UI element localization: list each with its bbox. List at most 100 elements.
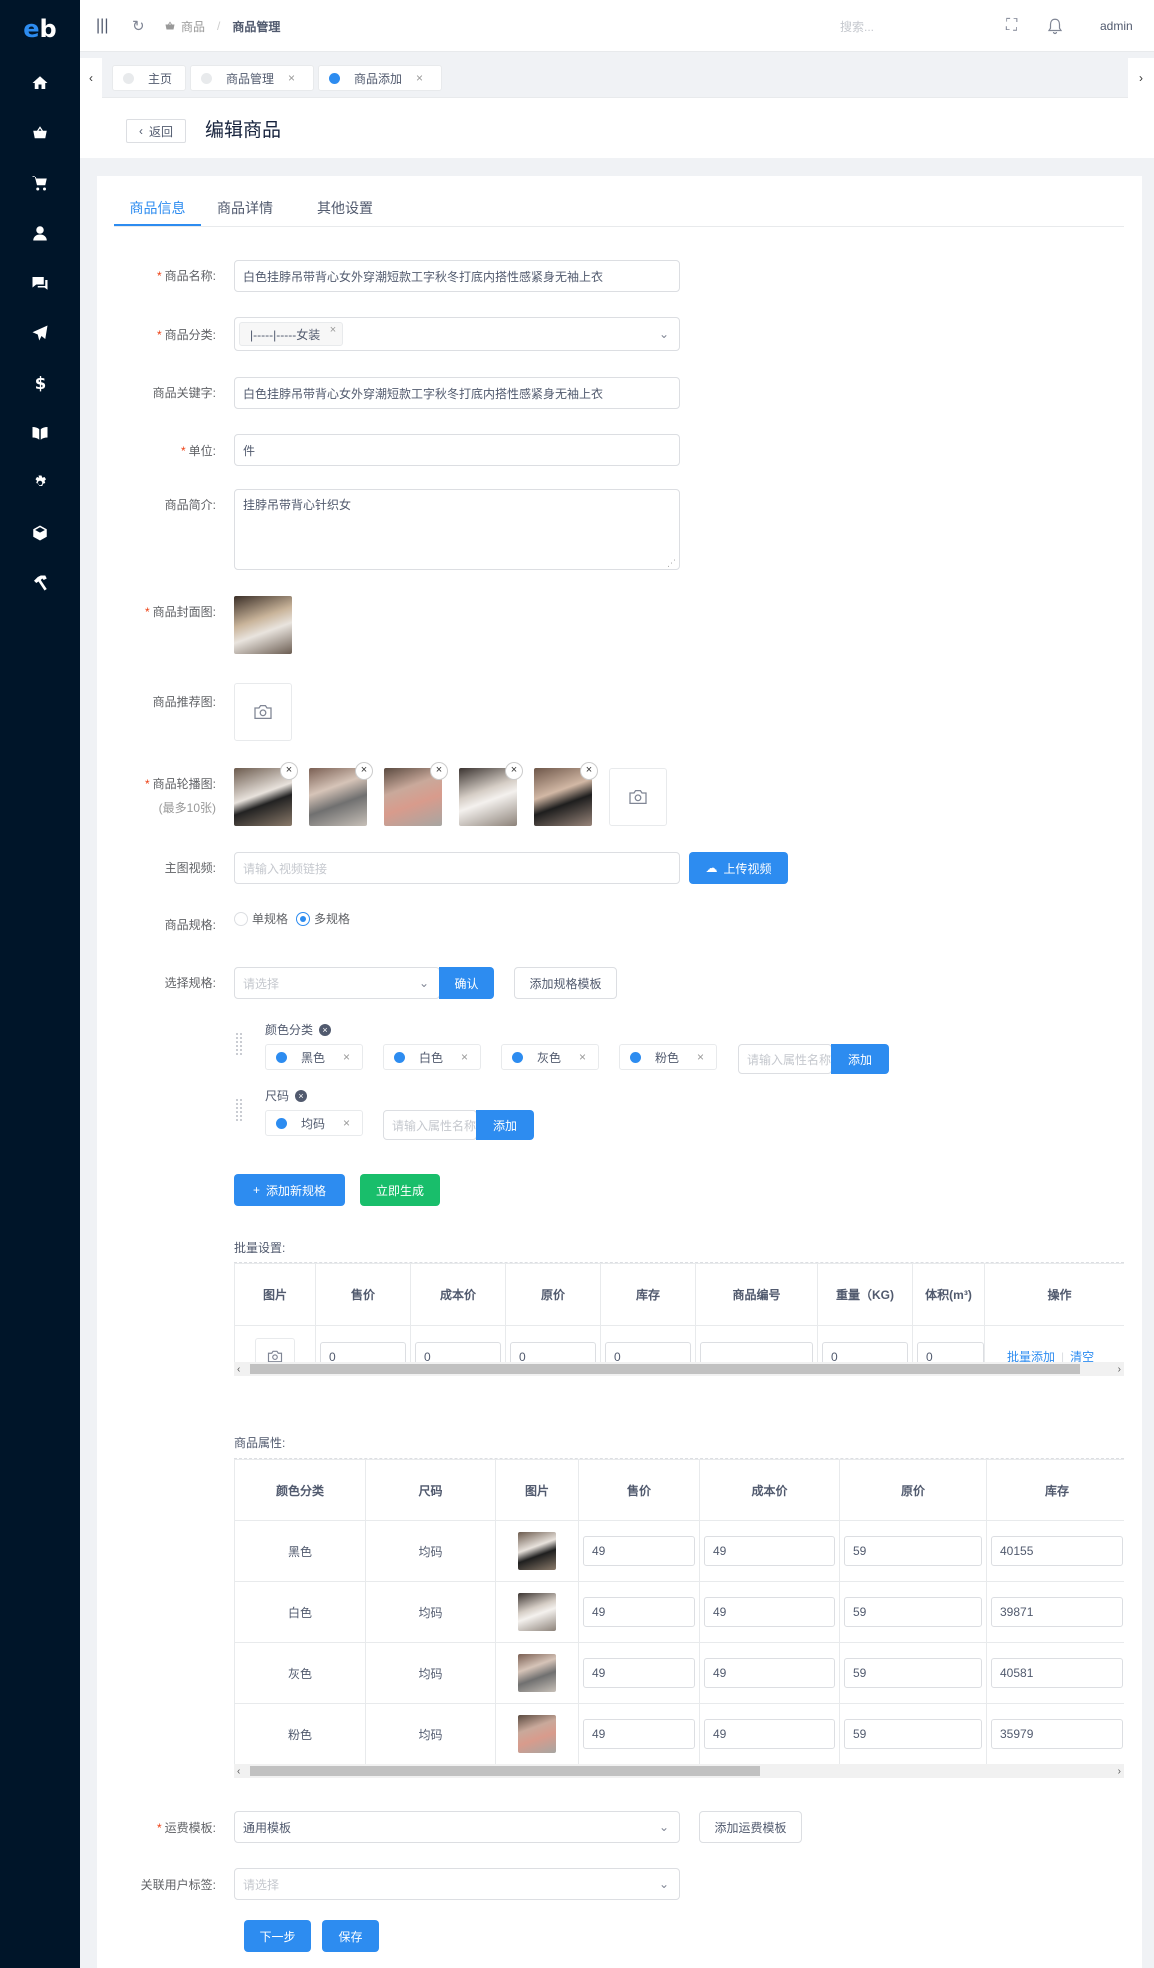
row-stock-input[interactable]: 39871 [991,1597,1123,1627]
intro-textarea[interactable]: 挂脖吊带背心针织女 [234,489,680,570]
gear-icon[interactable] [0,458,80,508]
spec-value-tag[interactable]: 灰色 × [501,1044,599,1070]
close-icon[interactable]: × [580,762,598,780]
shipping-select[interactable]: 通用模板 ⌄ [234,1811,680,1843]
name-input[interactable]: 白色挂脖吊带背心女外穿潮短款工字秋冬打底内搭性感紧身无袖上衣 [234,260,680,292]
close-icon[interactable]: × [355,762,373,780]
spec-value-tag[interactable]: 均码 × [265,1110,363,1136]
batch-price-input[interactable]: 0 [320,1341,406,1362]
close-icon[interactable]: × [430,762,448,780]
tab-home[interactable]: 主页 [112,65,186,91]
spec-value-tag[interactable]: 黑色 × [265,1044,363,1070]
category-select[interactable]: |-----|-----女装 × ⌄ [234,317,680,351]
remove-circle-icon[interactable]: × [319,1023,332,1036]
batch-code-input[interactable] [700,1341,813,1362]
video-url-input[interactable]: 请输入视频链接 [234,852,680,884]
tab-product-info[interactable]: 商品信息 [114,198,201,218]
scroll-right-icon[interactable]: › [1118,1766,1121,1777]
spec-select[interactable]: 请选择 ⌄ [234,967,440,999]
home-icon[interactable] [0,58,80,108]
close-icon[interactable]: × [330,324,336,336]
batch-scrollbar[interactable]: ‹ › [234,1362,1124,1376]
dollar-icon[interactable]: $ [0,358,80,408]
batch-image-upload[interactable] [255,1337,295,1362]
row-price-input[interactable]: 49 [583,1597,695,1627]
row-cost-input[interactable]: 49 [704,1536,835,1566]
scrollbar-thumb[interactable] [250,1766,760,1776]
confirm-button[interactable]: 确认 [439,967,494,999]
chevron-right-icon[interactable]: › [1128,58,1154,98]
row-original-input[interactable]: 59 [844,1597,982,1627]
upload-video-button[interactable]: ☁ 上传视频 [689,852,788,884]
row-price-input[interactable]: 49 [583,1719,695,1749]
close-icon[interactable]: × [416,71,423,85]
scrollbar-thumb[interactable] [250,1364,1080,1374]
remove-circle-icon[interactable]: × [295,1089,308,1102]
carousel-upload[interactable] [609,768,667,826]
row-stock-input[interactable]: 35979 [991,1719,1123,1749]
keyword-input[interactable]: 白色挂脖吊带背心女外穿潮短款工字秋冬打底内搭性感紧身无袖上衣 [234,377,680,409]
fullscreen-icon[interactable]: ⛶ [1006,0,1017,52]
add-shipping-template-button[interactable]: 添加运费模板 [699,1811,802,1843]
radio-single-label[interactable]: 单规格 [252,910,288,927]
row-stock-input[interactable]: 40155 [991,1536,1123,1566]
row-price-input[interactable]: 49 [583,1536,695,1566]
cube-icon[interactable] [0,508,80,558]
radio-single[interactable] [234,911,248,926]
recommend-upload[interactable] [234,683,292,741]
row-image[interactable] [518,1532,556,1570]
row-original-input[interactable]: 59 [844,1536,982,1566]
close-icon[interactable]: × [697,1050,704,1064]
book-icon[interactable] [0,408,80,458]
tab-other-settings[interactable]: 其他设置 [317,198,373,218]
next-step-button[interactable]: 下一步 [244,1920,311,1952]
attr-name-input[interactable]: 请输入属性名称 [738,1044,832,1074]
row-original-input[interactable]: 59 [844,1719,982,1749]
close-icon[interactable]: × [280,762,298,780]
user-icon[interactable] [0,208,80,258]
radio-multi[interactable] [296,911,311,926]
logo[interactable]: eb [0,0,80,58]
cover-image[interactable] [234,596,292,654]
scroll-left-icon[interactable]: ‹ [237,1364,240,1375]
radio-multi-label[interactable]: 多规格 [314,910,350,927]
add-attr-button[interactable]: 添加 [831,1044,889,1074]
close-icon[interactable]: × [343,1050,350,1064]
add-attr-button[interactable]: 添加 [476,1110,534,1140]
batch-clear-link[interactable]: 清空 [1070,1350,1094,1362]
search-input[interactable]: 搜索... [840,0,874,52]
spec-value-tag[interactable]: 白色 × [383,1044,481,1070]
tab-product-manage[interactable]: 商品管理 × [190,65,314,91]
drag-handle-icon[interactable] [235,1032,243,1056]
batch-volume-input[interactable]: 0 [917,1341,984,1362]
batch-original-input[interactable]: 0 [510,1341,596,1362]
row-image[interactable] [518,1715,556,1753]
menu-toggle-icon[interactable]: ||| [96,0,108,52]
close-icon[interactable]: × [288,71,295,85]
basket-icon[interactable] [0,108,80,158]
save-button[interactable]: 保存 [322,1920,379,1952]
tab-product-add[interactable]: 商品添加 × [318,65,442,91]
close-icon[interactable]: × [505,762,523,780]
attr-name-input[interactable]: 请输入属性名称 [383,1110,477,1140]
back-button[interactable]: ‹ 返回 [126,119,186,143]
row-stock-input[interactable]: 40581 [991,1658,1123,1688]
row-original-input[interactable]: 59 [844,1658,982,1688]
row-price-input[interactable]: 49 [583,1658,695,1688]
spec-value-tag[interactable]: 粉色 × [619,1044,717,1070]
chevron-left-icon[interactable]: ‹ [80,58,102,98]
hammer-icon[interactable] [0,558,80,608]
batch-stock-input[interactable]: 0 [605,1341,691,1362]
tab-product-detail[interactable]: 商品详情 [217,198,273,218]
row-cost-input[interactable]: 49 [704,1597,835,1627]
generate-button[interactable]: 立即生成 [360,1174,440,1206]
close-icon[interactable]: × [461,1050,468,1064]
batch-weight-input[interactable]: 0 [822,1341,908,1362]
add-spec-template-button[interactable]: 添加规格模板 [514,967,617,999]
cart-icon[interactable] [0,158,80,208]
row-image[interactable] [518,1593,556,1631]
drag-handle-icon[interactable] [235,1098,243,1122]
breadcrumb-root[interactable]: 商品 [181,18,205,35]
send-icon[interactable] [0,308,80,358]
scroll-right-icon[interactable]: › [1118,1364,1121,1375]
